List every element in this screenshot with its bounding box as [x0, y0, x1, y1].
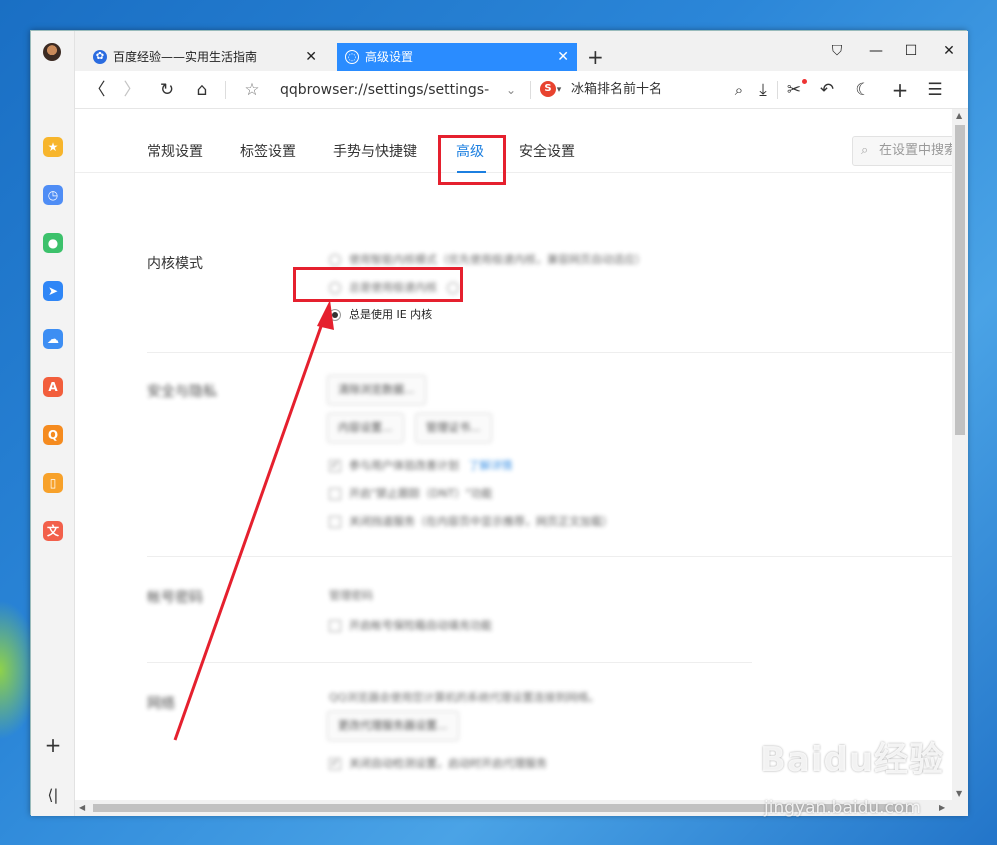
watermark-url: jingyan.baidu.com	[764, 798, 921, 818]
watermark-logo-text: Baidu经验	[760, 740, 945, 780]
annotation-arrow	[173, 300, 334, 741]
baidu-watermark: Baidu经验 jingyan.baidu.com	[760, 732, 950, 827]
